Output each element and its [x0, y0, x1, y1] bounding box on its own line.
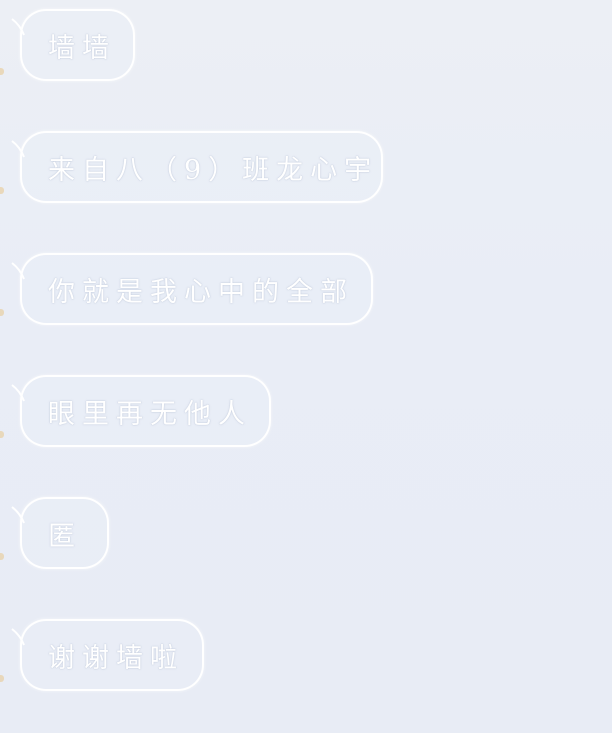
message-text: 墙墙 [48, 32, 116, 64]
message-bubble[interactable]: 你就是我心中的全部 [11, 253, 373, 325]
bubble-tail-icon [11, 506, 25, 524]
bubble-tail-icon [11, 628, 25, 646]
message-text: 眼里再无他人 [48, 398, 252, 430]
message-bubble[interactable]: 眼里再无他人 [11, 375, 271, 447]
message-bubble[interactable]: 谢谢墙啦 [11, 619, 204, 691]
message-bubble[interactable]: 来自八（9）班龙心宇 [11, 131, 383, 203]
message-text: 匿 [48, 520, 82, 552]
message-text: 谢谢墙啦 [48, 642, 184, 674]
message-bubble[interactable]: 墙墙 [11, 9, 135, 81]
chat-message-list: 墙墙 来自八（9）班龙心宇 你就是我心中的全部 眼里再无他人 匿 谢谢墙啦 [0, 0, 612, 733]
message-bubble[interactable]: 匿 [11, 497, 109, 569]
edge-marker [0, 68, 4, 75]
message-text: 你就是我心中的全部 [48, 276, 354, 308]
message-text: 来自八（9）班龙心宇 [48, 154, 379, 186]
edge-marker [0, 309, 4, 316]
bubble-tail-icon [11, 384, 25, 402]
bubble-tail-icon [11, 140, 25, 158]
bubble-tail-icon [11, 18, 25, 36]
edge-marker [0, 553, 4, 560]
edge-marker [0, 187, 4, 194]
edge-marker [0, 675, 4, 682]
bubble-tail-icon [11, 262, 25, 280]
edge-marker [0, 431, 4, 438]
